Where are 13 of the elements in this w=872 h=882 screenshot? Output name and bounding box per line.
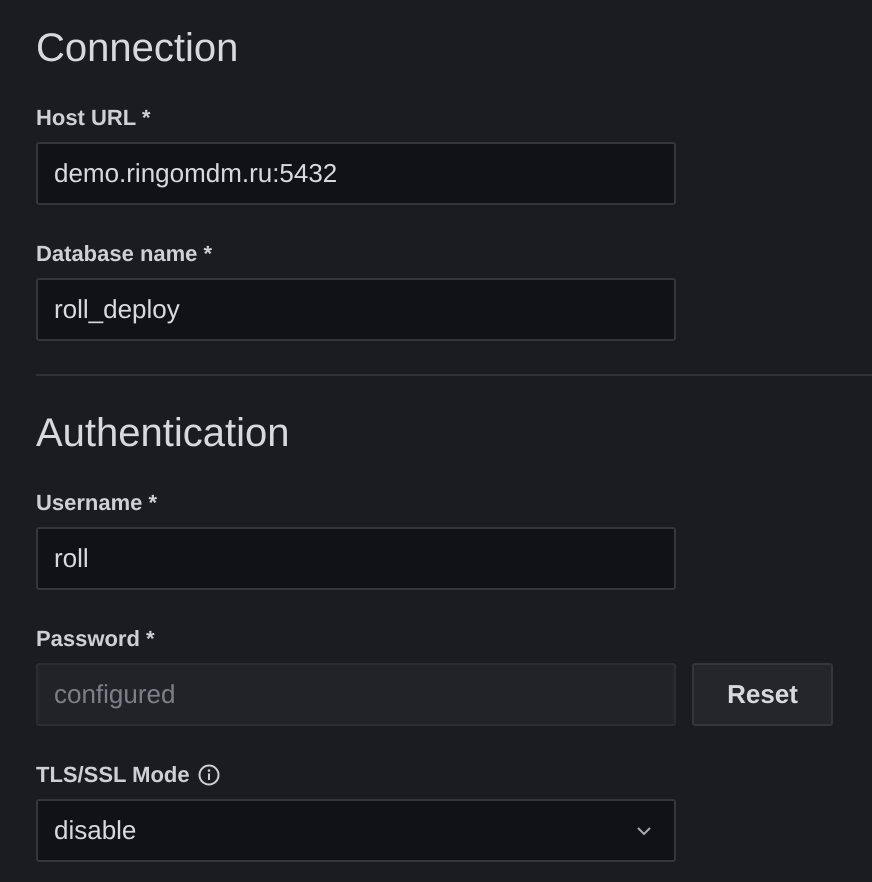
input-field[interactable]: roll_deploy: [36, 278, 676, 341]
select-field[interactable]: disable: [36, 799, 676, 862]
info-icon[interactable]: [198, 764, 220, 786]
field-label: Database name *: [36, 241, 212, 267]
section-heading: Authentication: [36, 410, 291, 457]
chevron-down-icon: [636, 826, 652, 836]
section-heading: Connection: [36, 25, 240, 72]
field-label: Host URL *: [36, 105, 150, 131]
field-label: Password *: [36, 626, 155, 652]
field-label: TLS/SSL Mode: [36, 762, 190, 788]
field-label: Username *: [36, 490, 158, 516]
input-field[interactable]: roll: [36, 527, 676, 590]
input-field[interactable]: demo.ringomdm.ru:5432: [36, 142, 676, 205]
